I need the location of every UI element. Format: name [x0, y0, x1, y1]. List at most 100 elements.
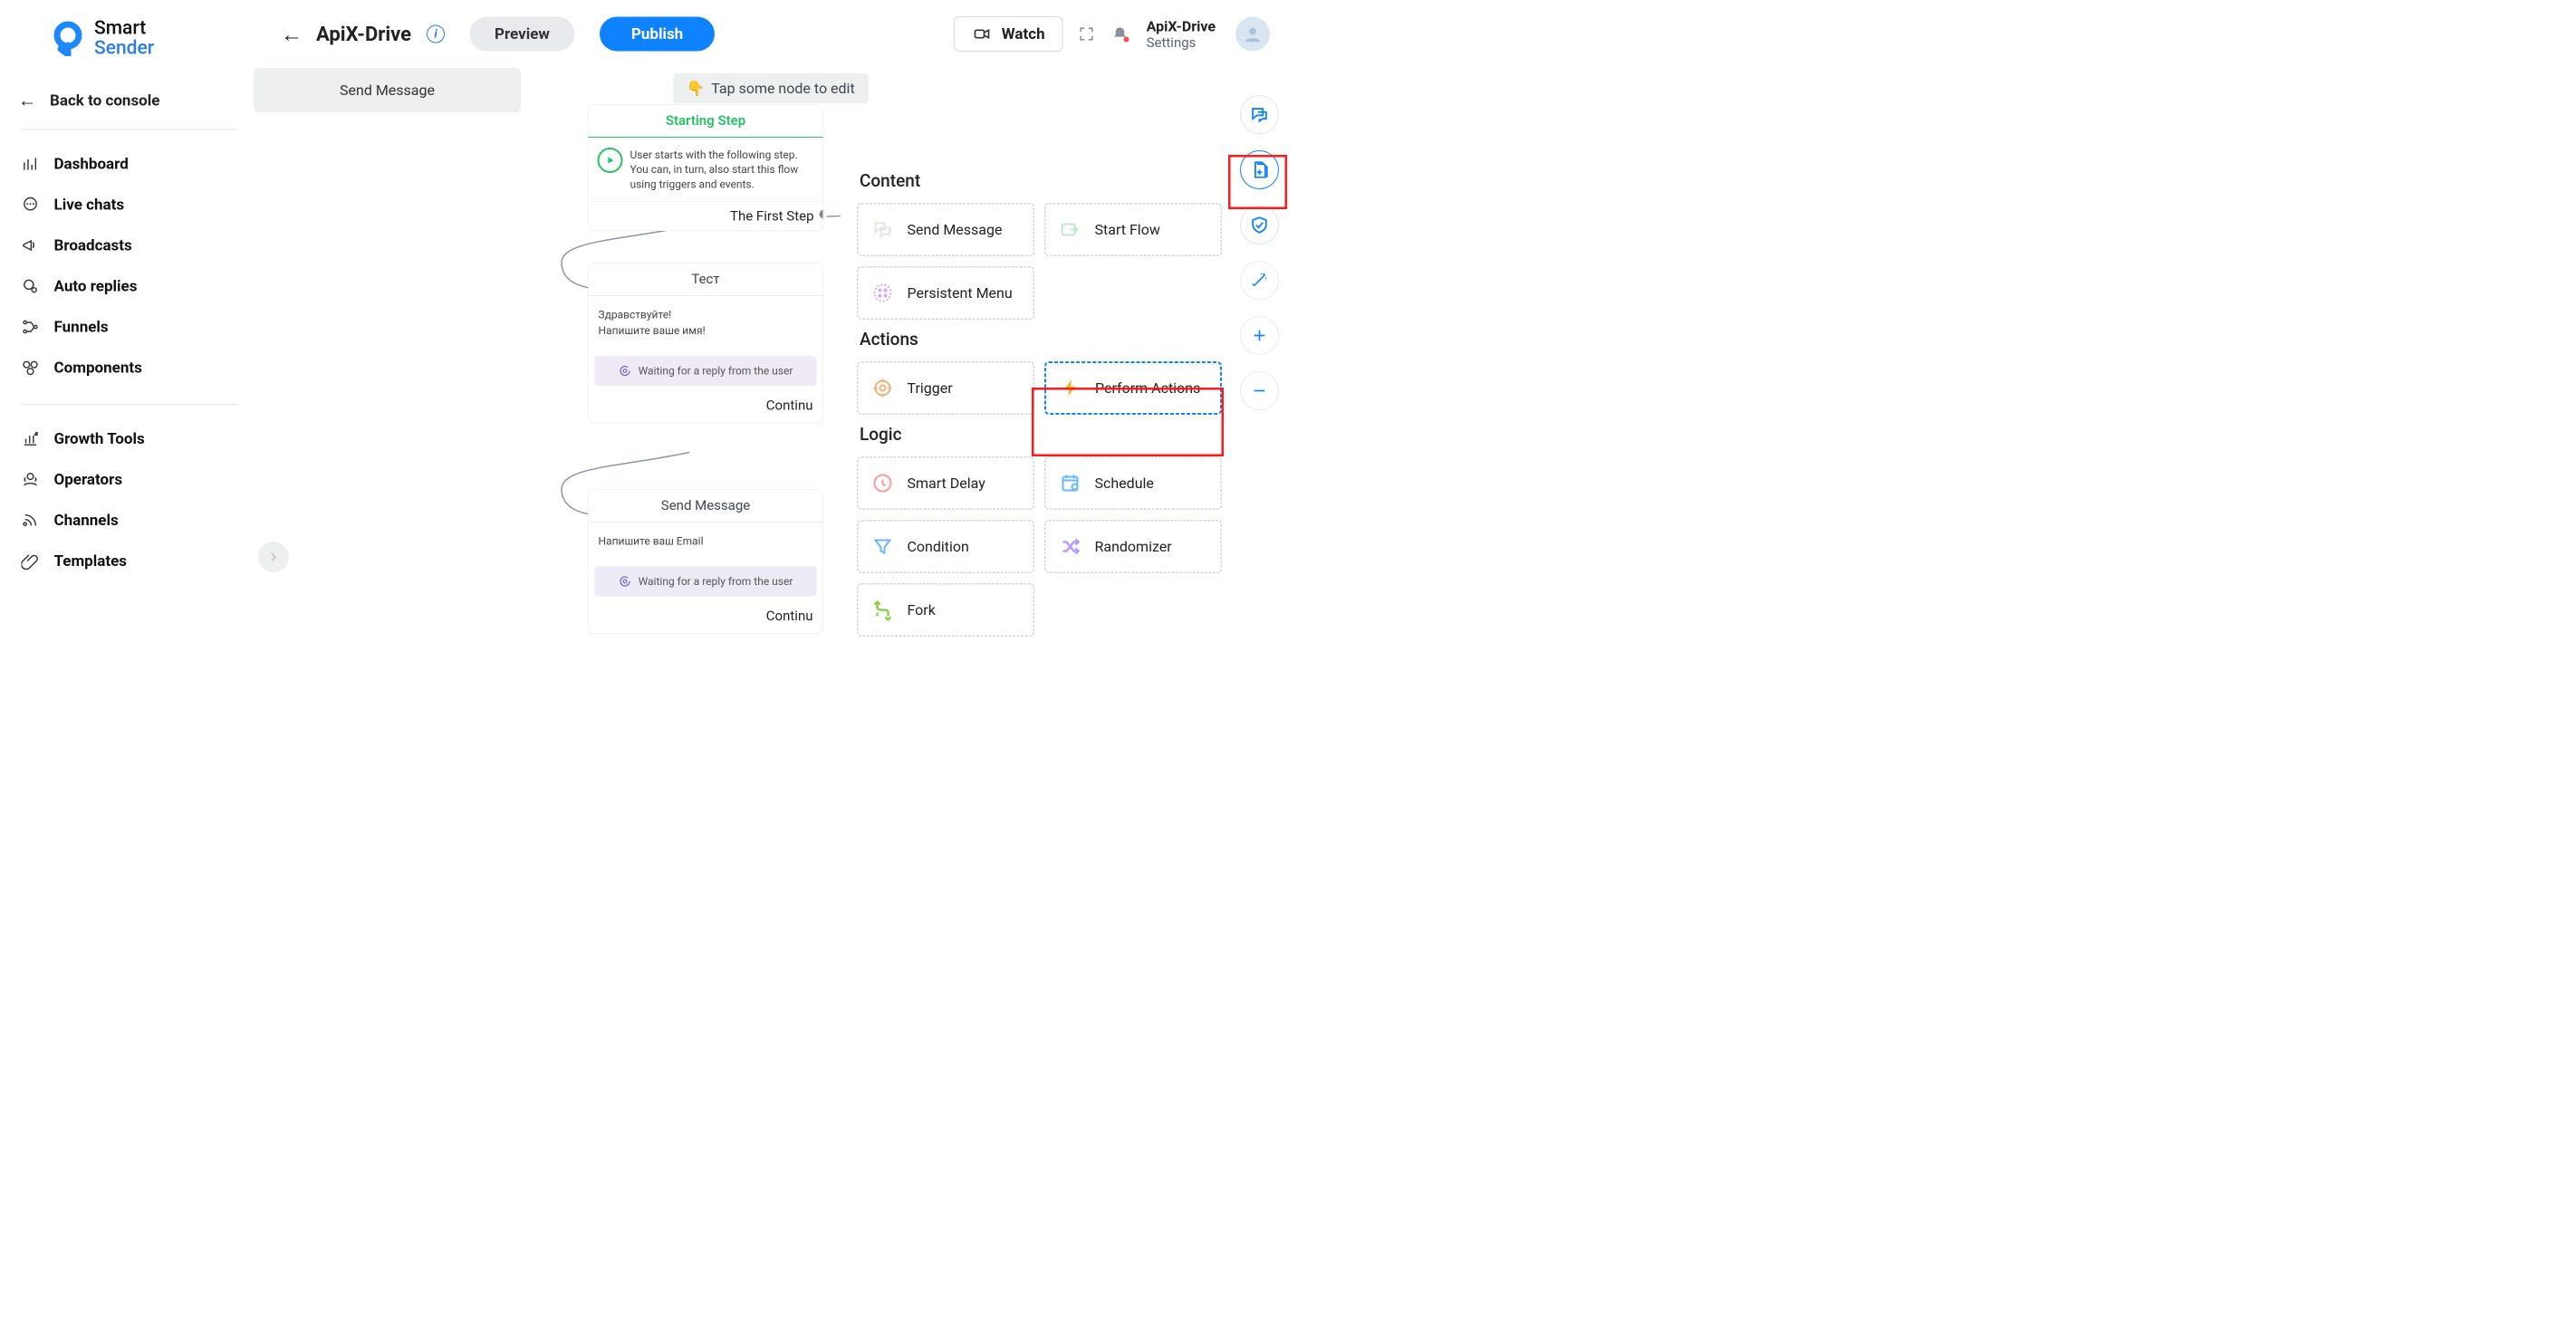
button-label: Preview: [495, 25, 550, 43]
sidebar-item-label: Templates: [54, 552, 128, 571]
node-body-text: User starts with the following step. You…: [630, 148, 814, 192]
canvas[interactable]: 👇 Tap some node to edit Send Message Sta…: [254, 68, 1288, 666]
user-block[interactable]: ApiX-Drive Settings: [1147, 17, 1216, 51]
sidebar-item-channels[interactable]: Channels: [18, 500, 240, 541]
node-head: Starting Step: [589, 105, 823, 139]
user-sub: Settings: [1147, 34, 1197, 51]
sidebar-item-operators[interactable]: Operators: [18, 459, 240, 500]
topbar-left: ← ApiX-Drive i Preview Publish: [281, 17, 715, 52]
tile-label: Schedule: [1095, 475, 1154, 492]
funnel-filter-icon: [871, 535, 895, 559]
rail-wand-icon[interactable]: [1240, 261, 1279, 300]
panel-section-title: Logic: [860, 425, 1219, 445]
user-name: ApiX-Drive: [1147, 17, 1216, 34]
hint-banner: 👇 Tap some node to edit: [673, 73, 868, 103]
node-test[interactable]: Тест Здравствуйте! Напишите ваше имя! Wa…: [588, 263, 823, 423]
fullscreen-icon[interactable]: [1077, 24, 1097, 44]
tile-trigger[interactable]: Trigger: [857, 361, 1034, 415]
avatar[interactable]: [1235, 17, 1270, 52]
logo: Smart Sender: [18, 18, 240, 58]
sidebar-item-label: Channels: [54, 512, 119, 530]
bell-icon[interactable]: [1110, 24, 1130, 44]
sidebar-item-templates[interactable]: Templates: [18, 541, 240, 581]
fork-icon: [871, 599, 895, 622]
components-icon: [21, 358, 41, 378]
info-icon[interactable]: i: [427, 25, 445, 43]
calendar-icon: [1059, 472, 1082, 495]
chat-icon: [21, 195, 41, 215]
tile-condition[interactable]: Condition: [857, 520, 1034, 573]
node-title: Send Message: [340, 82, 435, 99]
sidebar-item-livechats[interactable]: Live chats: [18, 185, 240, 225]
node-foot: The First Step: [589, 202, 823, 231]
chat-bubbles-icon: [871, 218, 895, 242]
node-head: Send Message: [589, 490, 823, 523]
node-head: Тест: [589, 264, 823, 296]
operators-icon: [21, 470, 41, 490]
rail-minus-icon[interactable]: [1240, 371, 1279, 410]
publish-button[interactable]: Publish: [600, 17, 715, 52]
tile-label: Start Flow: [1095, 221, 1160, 238]
rail-chat-icon[interactable]: [1240, 95, 1279, 134]
lightning-icon: [1059, 377, 1082, 400]
node-send-message[interactable]: Send Message Напишите ваш Email Waiting …: [588, 489, 823, 633]
sidebar-item-label: Broadcasts: [54, 236, 132, 254]
tile-start-flow[interactable]: Start Flow: [1044, 203, 1222, 256]
node-palette-panel: Content Send Message Start Flow Persiste…: [841, 149, 1235, 666]
sidebar-item-label: Live chats: [54, 196, 125, 214]
hint-text: Tap some node to edit: [711, 80, 854, 97]
target-icon: [871, 377, 895, 400]
back-arrow-icon[interactable]: ←: [281, 21, 303, 47]
back-label: Back to console: [50, 91, 159, 110]
tile-perform-actions[interactable]: Perform Actions: [1044, 361, 1222, 415]
sidebar-item-growthtools[interactable]: Growth Tools: [18, 418, 240, 459]
sidebar-item-funnels[interactable]: Funnels: [18, 307, 240, 348]
flow-title: ApiX-Drive: [316, 23, 411, 46]
collapse-sidebar-button[interactable]: [258, 542, 289, 572]
sidebar-item-broadcasts[interactable]: Broadcasts: [18, 225, 240, 266]
tile-fork[interactable]: Fork: [857, 583, 1034, 637]
waiting-text: Waiting for a reply from the user: [639, 575, 793, 588]
shuffle-icon: [1059, 535, 1082, 559]
tile-send-message[interactable]: Send Message: [857, 203, 1034, 256]
topbar: ← ApiX-Drive i Preview Publish Watch Api…: [254, 0, 1288, 68]
rail-add-page-icon[interactable]: [1240, 150, 1279, 189]
play-icon: [598, 148, 623, 173]
funnel-icon: [21, 317, 41, 337]
sidebar-item-components[interactable]: Components: [18, 348, 240, 388]
connector-dot-icon[interactable]: [820, 210, 824, 219]
sidebar-item-dashboard[interactable]: Dashboard: [18, 144, 240, 185]
tile-smart-delay[interactable]: Smart Delay: [857, 456, 1034, 510]
logo-text: Smart Sender: [94, 18, 154, 58]
preview-button[interactable]: Preview: [470, 17, 575, 52]
waiting-block: Waiting for a reply from the user: [595, 566, 817, 596]
grid-icon: [871, 282, 895, 305]
waiting-block: Waiting for a reply from the user: [595, 356, 817, 386]
tile-label: Condition: [908, 538, 969, 555]
right-rail: [1240, 95, 1279, 410]
rail-plus-icon[interactable]: [1240, 316, 1279, 355]
sidebar: Smart Sender ← Back to console Dashboard…: [0, 0, 254, 666]
node-message: Здравствуйте! Напишите ваше имя!: [589, 296, 823, 350]
autoreply-icon: [21, 276, 41, 296]
tile-schedule[interactable]: Schedule: [1044, 456, 1222, 510]
sidebar-item-label: Funnels: [54, 318, 109, 336]
node-body: User starts with the following step. You…: [589, 138, 823, 202]
node-send-message-collapsed[interactable]: Send Message: [254, 68, 521, 112]
sidebar-item-label: Growth Tools: [54, 430, 145, 448]
msg-line: Здравствуйте!: [599, 307, 813, 322]
sidebar-item-autoreplies[interactable]: Auto replies: [18, 266, 240, 307]
node-starting-step[interactable]: Starting Step User starts with the follo…: [588, 104, 823, 231]
button-label: Publish: [631, 25, 683, 43]
watch-button[interactable]: Watch: [954, 16, 1063, 52]
tile-persistent-menu[interactable]: Persistent Menu: [857, 266, 1034, 320]
tile-label: Smart Delay: [908, 475, 985, 492]
back-to-console[interactable]: ← Back to console: [18, 83, 240, 119]
msg-line: Напишите ваш Email: [599, 533, 813, 549]
arrow-left-icon: ←: [18, 90, 36, 111]
rss-icon: [21, 511, 41, 531]
sidebar-item-label: Operators: [54, 471, 123, 489]
rail-shield-icon[interactable]: [1240, 206, 1279, 245]
tile-randomizer[interactable]: Randomizer: [1044, 520, 1222, 573]
video-icon: [972, 24, 992, 44]
